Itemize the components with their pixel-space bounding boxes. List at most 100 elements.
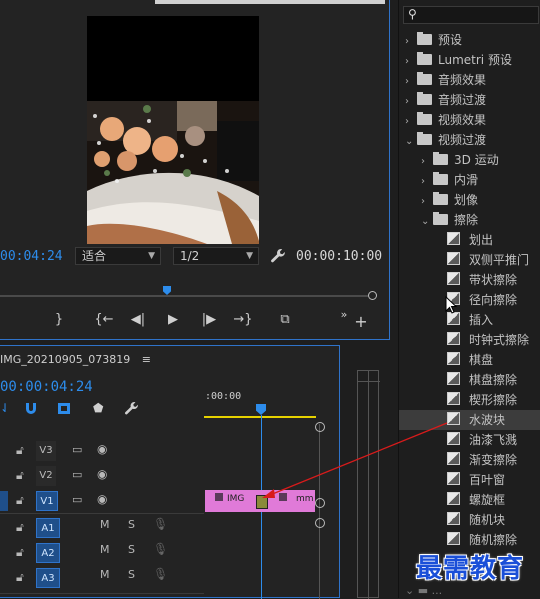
- effect-item[interactable]: 楔形擦除: [399, 390, 540, 410]
- source-patch[interactable]: [0, 491, 8, 511]
- scrubber-end-handle[interactable]: [368, 291, 377, 300]
- scroll-handle-mid[interactable]: [315, 498, 325, 508]
- effects-folder[interactable]: › Lumetri 预设: [399, 50, 540, 70]
- effect-item[interactable]: 百叶窗: [399, 470, 540, 490]
- lock-icon[interactable]: 🔓︎: [16, 493, 24, 508]
- go-to-in-icon[interactable]: {←: [93, 310, 115, 330]
- effect-item[interactable]: 双侧平推门: [399, 250, 540, 270]
- add-button-icon[interactable]: +: [350, 312, 372, 332]
- effects-folder[interactable]: › 视频效果: [399, 110, 540, 130]
- effect-item[interactable]: 径向擦除: [399, 290, 540, 310]
- effect-item[interactable]: 时钟式擦除: [399, 330, 540, 350]
- eye-icon[interactable]: ◉: [97, 442, 107, 456]
- effect-item[interactable]: 棋盘: [399, 350, 540, 370]
- track-label[interactable]: V1: [36, 491, 58, 511]
- linked-selection-icon[interactable]: [57, 402, 71, 415]
- effect-item[interactable]: 划出: [399, 230, 540, 250]
- effect-item[interactable]: 渐变擦除: [399, 450, 540, 470]
- track-a1[interactable]: 🔓︎ A1 M S 🎙︎: [0, 517, 204, 539]
- effects-search-input[interactable]: ⚲: [403, 6, 539, 24]
- effects-folder[interactable]: › 音频效果: [399, 70, 540, 90]
- nest-icon[interactable]: ⇃: [0, 401, 10, 415]
- mute-button[interactable]: M: [100, 568, 110, 581]
- chevron-right-icon[interactable]: ›: [405, 92, 417, 112]
- eye-icon[interactable]: ◉: [97, 467, 107, 481]
- effect-item[interactable]: 棋盘擦除: [399, 370, 540, 390]
- effects-folder[interactable]: › 预设: [399, 30, 540, 50]
- track-a3[interactable]: 🔓︎ A3 M S 🎙︎: [0, 567, 204, 589]
- effects-folder[interactable]: › 3D 运动: [399, 150, 540, 170]
- effect-item[interactable]: 水波块: [399, 410, 540, 430]
- track-a2[interactable]: 🔓︎ A2 M S 🎙︎: [0, 542, 204, 564]
- lock-icon[interactable]: 🔓︎: [16, 520, 24, 535]
- chevron-right-icon[interactable]: ›: [421, 192, 433, 212]
- effect-item[interactable]: 带状擦除: [399, 270, 540, 290]
- film-icon[interactable]: ▭: [72, 493, 82, 506]
- chevron-right-icon[interactable]: ›: [405, 112, 417, 132]
- effects-folder[interactable]: › 音频过渡: [399, 90, 540, 110]
- add-marker-icon[interactable]: ⬟: [93, 401, 103, 415]
- export-frame-icon[interactable]: ⧉: [274, 310, 296, 330]
- effect-item[interactable]: 油漆飞溅: [399, 430, 540, 450]
- fit-dropdown[interactable]: 适合 ▼: [75, 247, 161, 265]
- solo-button[interactable]: S: [128, 543, 135, 556]
- scroll-handle-top[interactable]: [315, 422, 325, 432]
- effects-folder[interactable]: ⌄ 擦除: [399, 210, 540, 230]
- effect-item[interactable]: 螺旋框: [399, 490, 540, 510]
- video-clip-1[interactable]: IMG: [206, 492, 258, 510]
- step-forward-icon[interactable]: |▶: [198, 310, 220, 330]
- microphone-icon[interactable]: 🎙︎: [153, 567, 168, 581]
- mute-button[interactable]: M: [100, 518, 110, 531]
- wrench-icon[interactable]: [124, 401, 139, 416]
- film-icon[interactable]: ▭: [72, 443, 82, 456]
- timeline-playhead[interactable]: [256, 404, 266, 415]
- menu-icon[interactable]: ≡: [142, 353, 151, 366]
- track-v1[interactable]: 🔓︎ V1 ▭ ◉: [0, 490, 204, 512]
- wrench-icon[interactable]: [270, 248, 286, 264]
- play-icon[interactable]: ▶: [162, 310, 184, 330]
- playhead-marker[interactable]: [163, 286, 171, 295]
- lock-icon[interactable]: 🔓︎: [16, 545, 24, 560]
- go-to-out-icon[interactable]: →}: [232, 310, 254, 330]
- effect-item[interactable]: 随机擦除: [399, 530, 540, 550]
- chevron-right-icon[interactable]: ›: [405, 72, 417, 92]
- timeline-timecode[interactable]: 00:00:04:24: [0, 379, 93, 395]
- effects-folder[interactable]: › 划像: [399, 190, 540, 210]
- transition-marker[interactable]: [256, 495, 268, 509]
- track-label[interactable]: A3: [36, 568, 60, 588]
- track-v2[interactable]: 🔓︎ V2 ▭ ◉: [0, 465, 204, 487]
- current-timecode[interactable]: 00:04:24: [0, 249, 63, 264]
- chevron-right-icon[interactable]: ›: [421, 152, 433, 172]
- solo-button[interactable]: S: [128, 568, 135, 581]
- mark-out-button[interactable]: }: [48, 310, 70, 330]
- effects-folder[interactable]: › 内滑: [399, 170, 540, 190]
- track-label[interactable]: V2: [36, 466, 56, 486]
- effects-folder[interactable]: ⌄ 视频过渡: [399, 130, 540, 150]
- lock-icon[interactable]: 🔓︎: [16, 570, 24, 585]
- video-clip-2[interactable]: mm: [275, 492, 315, 510]
- magnet-snap-icon[interactable]: [24, 402, 38, 415]
- scroll-handle-bottom[interactable]: [315, 518, 325, 528]
- monitor-scrubber[interactable]: [0, 286, 377, 300]
- microphone-icon[interactable]: 🎙︎: [153, 517, 168, 531]
- chevron-right-icon[interactable]: ›: [405, 52, 417, 72]
- effect-item[interactable]: 插入: [399, 310, 540, 330]
- chevron-down-icon[interactable]: ⌄: [405, 132, 417, 152]
- chevron-right-icon[interactable]: ›: [421, 172, 433, 192]
- microphone-icon[interactable]: 🎙︎: [153, 542, 168, 556]
- sequence-tab[interactable]: IMG_20210905_073819 ≡: [0, 353, 151, 366]
- lock-icon[interactable]: 🔓︎: [16, 468, 24, 483]
- chevron-right-icon[interactable]: ›: [405, 32, 417, 52]
- solo-button[interactable]: S: [128, 518, 135, 531]
- work-area-bar[interactable]: [204, 416, 316, 418]
- track-label[interactable]: V3: [36, 441, 56, 461]
- track-v3[interactable]: 🔓︎ V3 ▭ ◉: [0, 440, 204, 462]
- chevron-down-icon[interactable]: ⌄: [421, 212, 433, 232]
- step-back-icon[interactable]: ◀|: [127, 310, 149, 330]
- video-preview[interactable]: [87, 16, 259, 244]
- film-icon[interactable]: ▭: [72, 468, 82, 481]
- mute-button[interactable]: M: [100, 543, 110, 556]
- track-label[interactable]: A1: [36, 518, 60, 538]
- eye-icon[interactable]: ◉: [97, 492, 107, 506]
- effect-item[interactable]: 随机块: [399, 510, 540, 530]
